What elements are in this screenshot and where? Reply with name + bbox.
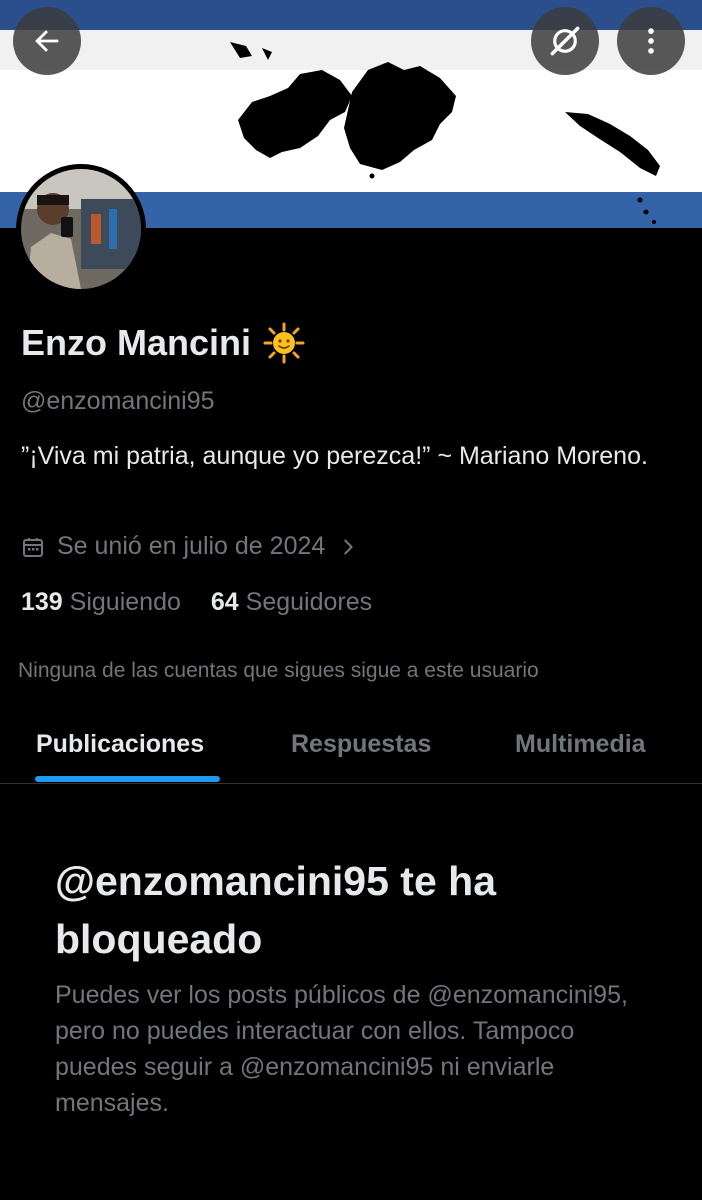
more-options-button[interactable] xyxy=(617,7,685,75)
back-button[interactable] xyxy=(13,7,81,75)
chevron-right-icon xyxy=(344,539,353,554)
followers-link[interactable]: 64 Seguidores xyxy=(211,588,372,617)
following-link[interactable]: 139 Siguiendo xyxy=(21,588,181,617)
active-tab-indicator xyxy=(35,776,220,782)
tab-multimedia[interactable]: Multimedia xyxy=(515,730,646,759)
following-count: 139 xyxy=(21,588,63,616)
blocked-description: Puedes ver los posts públicos de @enzoma… xyxy=(55,981,628,1117)
followers-count: 64 xyxy=(210,588,239,616)
username-handle: @enzomancini95 xyxy=(21,387,215,415)
calendar-icon xyxy=(23,537,43,557)
blocked-title: @enzomancini95 te ha bloqueado xyxy=(55,858,496,962)
join-date-text: Se unió en julio de 2024 xyxy=(57,532,326,560)
join-date[interactable]: Se unió en julio de 2024 xyxy=(21,532,359,561)
profile-bio: ”¡Viva mi patria, aunque yo perezca!” ~ … xyxy=(21,442,648,470)
follow-stats: 139 Siguiendo 64 Seguidores xyxy=(21,588,372,617)
profile-tabs: Publicaciones Respuestas Multimedia xyxy=(0,716,702,784)
tab-respuestas[interactable]: Respuestas xyxy=(291,730,431,759)
sun-face-icon xyxy=(263,322,305,364)
following-label: Siguiendo xyxy=(69,588,181,616)
arrow-left-icon xyxy=(35,30,59,52)
grok-button[interactable] xyxy=(531,7,599,75)
followers-label: Seguidores xyxy=(245,588,373,616)
tab-publicaciones[interactable]: Publicaciones xyxy=(36,730,204,759)
display-name: Enzo Mancini xyxy=(21,322,305,364)
avatar[interactable] xyxy=(16,164,146,294)
more-vertical-icon xyxy=(648,28,654,54)
mutual-followers-text: Ninguna de las cuentas que sigues sigue … xyxy=(18,659,539,682)
grok-icon xyxy=(550,26,580,56)
display-name-text: Enzo Mancini xyxy=(21,322,252,363)
avatar-image xyxy=(21,169,141,289)
